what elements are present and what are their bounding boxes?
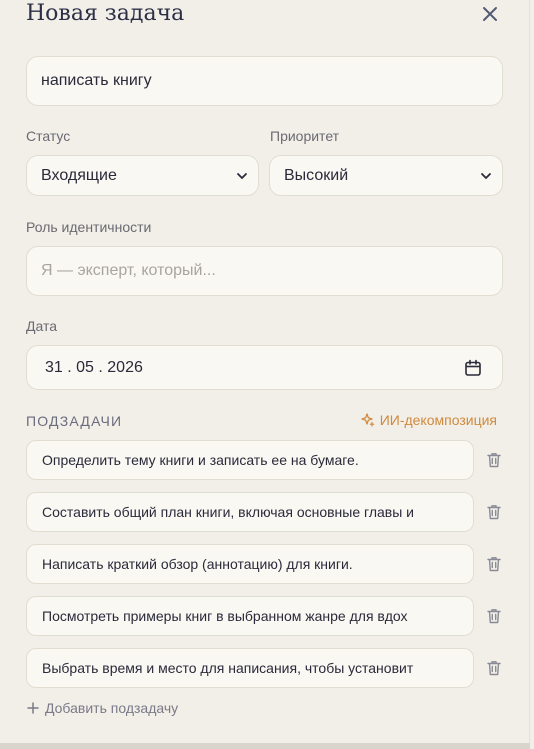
trash-icon (487, 453, 501, 468)
subtasks-title: ПОДЗАДАЧИ (26, 413, 123, 429)
date-value: 31 . 05 . 2026 (45, 358, 143, 376)
subtask-text: Посмотреть примеры книг в выбранном жанр… (42, 608, 408, 624)
subtask-text: Составить общий план книги, включая осно… (42, 504, 414, 520)
status-value: Входящие (41, 166, 117, 184)
task-title-value: написать книгу (41, 72, 152, 89)
delete-subtask-button[interactable] (485, 659, 503, 677)
identity-placeholder: Я — эксперт, который... (41, 262, 216, 279)
chevron-down-icon (237, 172, 247, 179)
delete-subtask-button[interactable] (485, 555, 503, 573)
subtask-text: Определить тему книги и записать ее на б… (42, 452, 359, 468)
modal-title: Новая задача (26, 1, 185, 26)
delete-subtask-button[interactable] (485, 607, 503, 625)
trash-icon (487, 505, 501, 520)
identity-label: Роль идентичности (26, 219, 152, 235)
subtask-input-2[interactable]: Составить общий план книги, включая осно… (26, 492, 474, 532)
status-label: Статус (26, 128, 71, 144)
chevron-down-icon (481, 172, 491, 179)
add-subtask-button[interactable]: Добавить подзадачу (27, 700, 178, 716)
sparkle-icon (361, 413, 374, 427)
subtask-input-3[interactable]: Написать краткий обзор (аннотацию) для к… (26, 544, 474, 584)
close-button[interactable] (478, 2, 502, 26)
bottom-edge (0, 743, 530, 749)
delete-subtask-button[interactable] (485, 451, 503, 469)
trash-icon (487, 557, 501, 572)
date-label: Дата (26, 318, 58, 334)
priority-label: Приоритет (270, 128, 340, 144)
date-input[interactable]: 31 . 05 . 2026 (26, 345, 503, 390)
priority-value: Высокий (284, 166, 349, 184)
calendar-icon[interactable] (464, 359, 482, 377)
close-icon (483, 7, 497, 21)
trash-icon (487, 609, 501, 624)
task-title-input[interactable]: написать книгу (26, 56, 503, 106)
subtask-input-1[interactable]: Определить тему книги и записать ее на б… (26, 440, 474, 480)
subtask-input-4[interactable]: Посмотреть примеры книг в выбранном жанр… (26, 596, 474, 636)
subtask-text: Написать краткий обзор (аннотацию) для к… (42, 556, 353, 572)
ai-decompose-button[interactable]: ИИ-декомпозиция (361, 412, 497, 428)
ai-decompose-label: ИИ-декомпозиция (379, 412, 497, 428)
status-select[interactable]: Входящие (26, 155, 259, 196)
plus-icon (27, 702, 39, 714)
subtask-input-5[interactable]: Выбрать время и место для написания, что… (26, 648, 474, 688)
subtask-text: Выбрать время и место для написания, что… (42, 660, 414, 676)
delete-subtask-button[interactable] (485, 503, 503, 521)
add-subtask-label: Добавить подзадачу (45, 700, 179, 716)
trash-icon (487, 661, 501, 676)
identity-input[interactable]: Я — эксперт, который... (26, 246, 503, 296)
priority-select[interactable]: Высокий (269, 155, 503, 196)
new-task-modal: Новая задача написать книгу Статус Входя… (0, 0, 530, 745)
